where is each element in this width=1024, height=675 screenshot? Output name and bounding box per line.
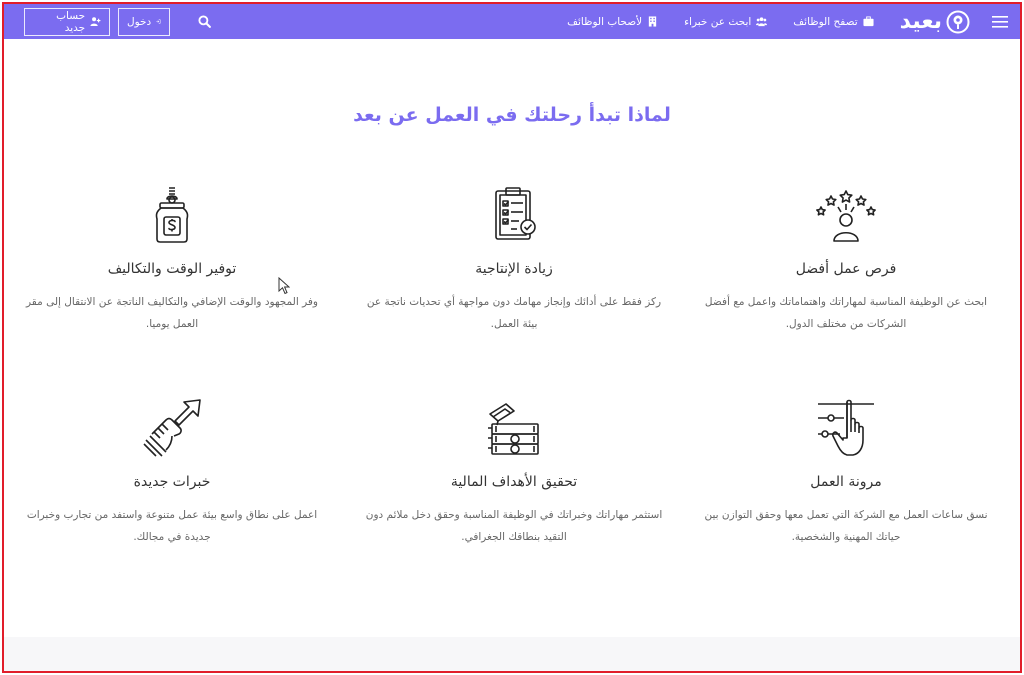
user-plus-icon (90, 17, 101, 27)
clipboard-check-icon (495, 187, 536, 240)
feature-description: استثمر مهاراتك وخبراتك في الوظيفة المناس… (365, 509, 663, 543)
site-logo[interactable]: بعيد (900, 9, 970, 34)
users-icon (756, 17, 768, 27)
feature-description: نسق ساعات العمل مع الشركة التي تعمل معها… (704, 509, 988, 543)
section-title: لماذا تبدأ رحلتك في العمل عن بعد (353, 104, 671, 126)
nav-link-browse-jobs[interactable]: تصفح الوظائف (793, 15, 874, 28)
search-button[interactable] (194, 12, 214, 32)
feature-title: توفير الوقت والتكاليف (107, 261, 237, 277)
signup-label: حساب جديد (56, 9, 86, 34)
hand-arrow-icon (143, 399, 201, 457)
money-jar-icon (155, 187, 189, 243)
footer-strip (4, 637, 1020, 671)
login-button[interactable]: دخول (118, 7, 170, 36)
mouse-cursor-icon (278, 277, 290, 295)
feature-new-experiences: خبرات جديدة اعمل على نطاق واسع بيئة عمل … (22, 398, 322, 548)
feature-description: اعمل على نطاق واسع بيئة عمل متنوعة واستف… (26, 509, 318, 543)
hamburger-menu-button[interactable] (990, 12, 1010, 32)
sign-in-icon (156, 19, 161, 24)
feature-title: زيادة الإنتاجية (475, 261, 553, 277)
feature-productivity: زيادة الإنتاجية ركز فقط على أدائك وإنجاز… (364, 185, 664, 335)
person-stars-icon (816, 190, 876, 242)
feature-title: تحقيق الأهداف المالية (450, 474, 578, 490)
nav-link-label: لأصحاب الوظائف (567, 15, 643, 28)
feature-title: فرص عمل أفضل (795, 261, 897, 277)
hamburger-icon (992, 15, 1008, 28)
feature-save-time-costs: توفير الوقت والتكاليف وفر المجهود والوقت… (22, 185, 322, 335)
search-icon (197, 15, 211, 28)
feature-flexibility: مرونة العمل نسق ساعات العمل مع الشركة ال… (696, 398, 996, 548)
signup-button[interactable]: حساب جديد (24, 7, 110, 36)
nav-main: بعيد تصفح الوظائف ابحث عن خبراء لأصحاب ا… (567, 4, 1020, 39)
feature-better-opportunities: فرص عمل أفضل ابحث عن الوظيفة المناسبة لم… (696, 185, 996, 335)
feature-description: ابحث عن الوظيفة المناسبة لمهاراتك واهتما… (704, 296, 988, 330)
feature-title: مرونة العمل (810, 474, 882, 490)
feature-description: وفر المجهود والوقت الإضافي والتكاليف الن… (26, 296, 318, 330)
nav-link-find-experts[interactable]: ابحث عن خبراء (684, 15, 768, 28)
nav-link-employers[interactable]: لأصحاب الوظائف (567, 16, 658, 28)
briefcase-icon (863, 16, 874, 27)
top-navbar: حساب جديد دخول بعيد تصفح الوظائف ابحث عن… (4, 4, 1020, 39)
nav-actions: حساب جديد دخول (4, 4, 214, 39)
nav-link-label: ابحث عن خبراء (684, 15, 752, 28)
logo-text: بعيد (899, 9, 943, 34)
feature-title: خبرات جديدة (133, 474, 211, 490)
hand-sliders-icon (818, 399, 874, 456)
nav-link-label: تصفح الوظائف (793, 15, 858, 28)
feature-description: ركز فقط على أدائك وإنجاز مهامك دون مواجه… (366, 296, 662, 330)
building-icon (648, 16, 657, 27)
login-label: دخول (127, 15, 152, 28)
screenshot-frame (2, 2, 1022, 673)
feature-financial-goals: تحقيق الأهداف المالية استثمر مهاراتك وخب… (364, 398, 664, 548)
logo-mark-icon (946, 10, 970, 33)
nav-links: تصفح الوظائف ابحث عن خبراء لأصحاب الوظائ… (567, 16, 874, 28)
cash-stack-icon (488, 403, 539, 455)
